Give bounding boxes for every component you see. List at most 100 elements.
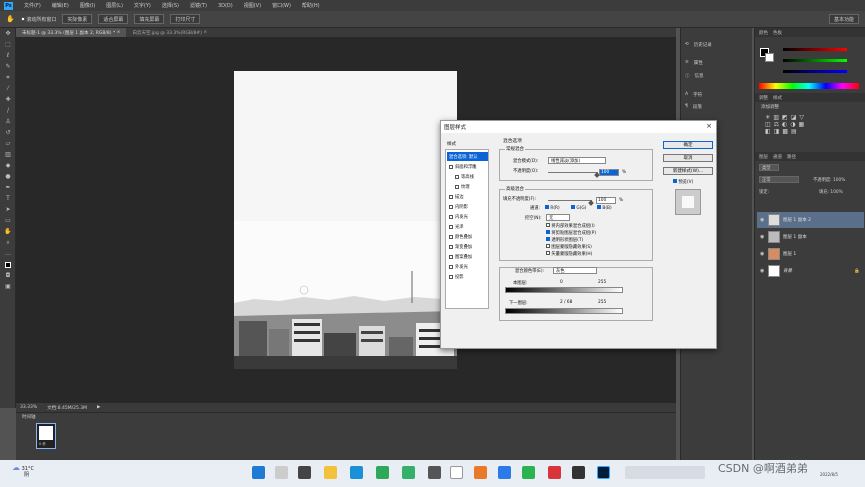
move-tool-icon[interactable]: ✥ [0,28,16,39]
gradient-tool-icon[interactable]: ▥ [0,149,16,160]
chrome-icon[interactable] [376,466,389,479]
style-item-satin[interactable]: 光泽 [447,222,488,231]
screen-mode-icon[interactable]: ▣ [0,281,16,292]
checkbox[interactable] [455,174,459,179]
checkbox[interactable] [449,234,453,239]
menu-type[interactable]: 文字(Y) [134,2,151,9]
hand-tool-icon[interactable]: ✋ [6,15,15,23]
style-item-texture[interactable]: 纹理 [447,182,488,191]
checkbox[interactable] [449,224,453,229]
properties-panel-button[interactable]: ≡ 属性 [685,58,703,67]
style-item-drop-shadow[interactable]: 投影 [447,272,488,281]
preview-checkbox[interactable]: 预览(V) [673,179,693,185]
shape-tool-icon[interactable]: ▭ [0,215,16,226]
fit-screen-button[interactable]: 适合屏幕 [98,14,129,24]
tab-adjustments[interactable]: 调整 [759,95,768,101]
zoom-level[interactable]: 33.33% [20,405,37,410]
style-item-stroke[interactable]: 描边 [447,192,488,201]
lasso-tool-icon[interactable]: ℓ [0,50,16,61]
fill-screen-button[interactable]: 填充屏幕 [134,14,165,24]
chat-app-icon[interactable] [402,466,415,479]
blur-tool-icon[interactable]: ◆ [0,160,16,171]
menu-view[interactable]: 视图(V) [244,2,261,9]
tray-icons[interactable] [625,466,705,479]
paragraph-panel-button[interactable]: ¶ 段落 [685,102,702,111]
quick-select-tool-icon[interactable]: ✎ [0,61,16,72]
more-tools-icon[interactable]: … [0,248,16,259]
info-panel-button[interactable]: ⓘ 信息 [685,71,704,80]
frame-time[interactable]: 0 秒 [39,442,46,447]
red-slider[interactable] [783,48,847,51]
opacity-input[interactable]: 100 [599,169,619,176]
checkbox[interactable] [449,204,453,209]
style-item-bevel[interactable]: 斜面和浮雕 [447,162,488,171]
tab-swatches[interactable]: 色板 [773,30,782,36]
color-swatches-icon[interactable] [0,259,16,270]
task-view-icon[interactable] [298,466,311,479]
edge-browser-icon[interactable] [350,466,363,479]
text-editor-icon[interactable] [450,466,463,479]
layer-name[interactable]: 图层 1 [783,251,796,257]
character-panel-button[interactable]: A 字符 [685,90,702,99]
layer-fill[interactable]: 填充: 100% [819,189,843,195]
adv-option-checkbox[interactable]: 将剪贴图层混合成组(P) [546,230,596,236]
menu-select[interactable]: 选择(S) [162,2,179,9]
timeline-frame[interactable]: 0 秒 [36,423,56,449]
history-panel-button[interactable]: ⟲ 历史记录 [685,40,712,49]
channel-r-checkbox[interactable]: R(R) [545,205,560,211]
checkbox[interactable] [449,264,453,269]
layer-filter-select[interactable]: 类型 [759,164,779,171]
style-item-inner-glow[interactable]: 内发光 [447,212,488,221]
checkbox[interactable] [449,164,453,169]
style-item-contour[interactable]: 等高线 [447,172,488,181]
green-slider[interactable] [783,59,847,62]
close-icon[interactable]: × [203,30,207,35]
under-layer-gradient[interactable] [505,308,623,314]
style-item-inner-shadow[interactable]: 内阴影 [447,202,488,211]
opacity-slider[interactable] [548,172,598,173]
tab-layers[interactable]: 图层 [759,154,768,160]
tab-color[interactable]: 颜色 [759,30,768,36]
layer-opacity[interactable]: 不透明度: 100% [813,177,845,183]
weather-widget[interactable]: ☁ 31°C 阴 [12,464,34,479]
color-spectrum[interactable] [759,83,859,89]
checkbox[interactable] [449,244,453,249]
this-layer-gradient[interactable] [505,287,623,293]
type-tool-icon[interactable]: T [0,193,16,204]
checkbox[interactable] [449,214,453,219]
menu-layer[interactable]: 图层(L) [106,2,123,9]
windows-start-icon[interactable] [252,466,265,479]
adv-option-checkbox[interactable]: 透明形状图层(T) [546,237,583,243]
menu-window[interactable]: 窗口(W) [272,2,291,9]
crop-tool-icon[interactable]: ⌗ [0,72,16,83]
eye-icon[interactable]: ◉ [760,217,765,223]
healing-tool-icon[interactable]: ✚ [0,94,16,105]
tab-untitled[interactable]: 未标题-1 @ 33.3% (图层 1 副本 2, RGB/8) * × [16,28,127,37]
clock-date[interactable]: 2022/8/5 [820,472,838,477]
ok-button[interactable]: 确定 [663,141,713,149]
actual-pixels-button[interactable]: 实际像素 [62,14,93,24]
quick-mask-icon[interactable]: ◘ [0,270,16,281]
tab-channels[interactable]: 通道 [773,154,782,160]
adjustment-icons[interactable]: ☀▥◩◪▽ ◫⚖◐◑▦ ◧◨▩▤ [765,114,807,135]
status-arrow-icon[interactable]: ▶ [97,405,100,410]
tab-styles[interactable]: 样式 [773,95,782,101]
checkbox[interactable] [455,184,459,189]
checkbox[interactable] [449,274,453,279]
menu-image[interactable]: 图像(I) [80,2,95,9]
fill-opacity-slider[interactable] [548,200,592,201]
knockout-select[interactable]: 无 [546,214,570,221]
layer-name[interactable]: 背景 [783,268,792,274]
layer-row[interactable]: ◉ 背景 🔒 [757,263,864,279]
file-explorer-icon[interactable] [324,466,337,479]
menu-filter[interactable]: 滤镜(T) [190,2,207,9]
brush-tool-icon[interactable]: / [0,105,16,116]
app-icon[interactable] [474,466,487,479]
style-item-pattern-overlay[interactable]: 图案叠加 [447,252,488,261]
checkbox[interactable] [449,194,453,199]
style-item-gradient-overlay[interactable]: 渐变叠加 [447,242,488,251]
layer-blend-select[interactable]: 正常 [759,176,799,183]
eye-icon[interactable]: ◉ [760,251,765,257]
close-icon[interactable]: × [706,122,712,130]
background-color-swatch[interactable] [765,53,774,62]
